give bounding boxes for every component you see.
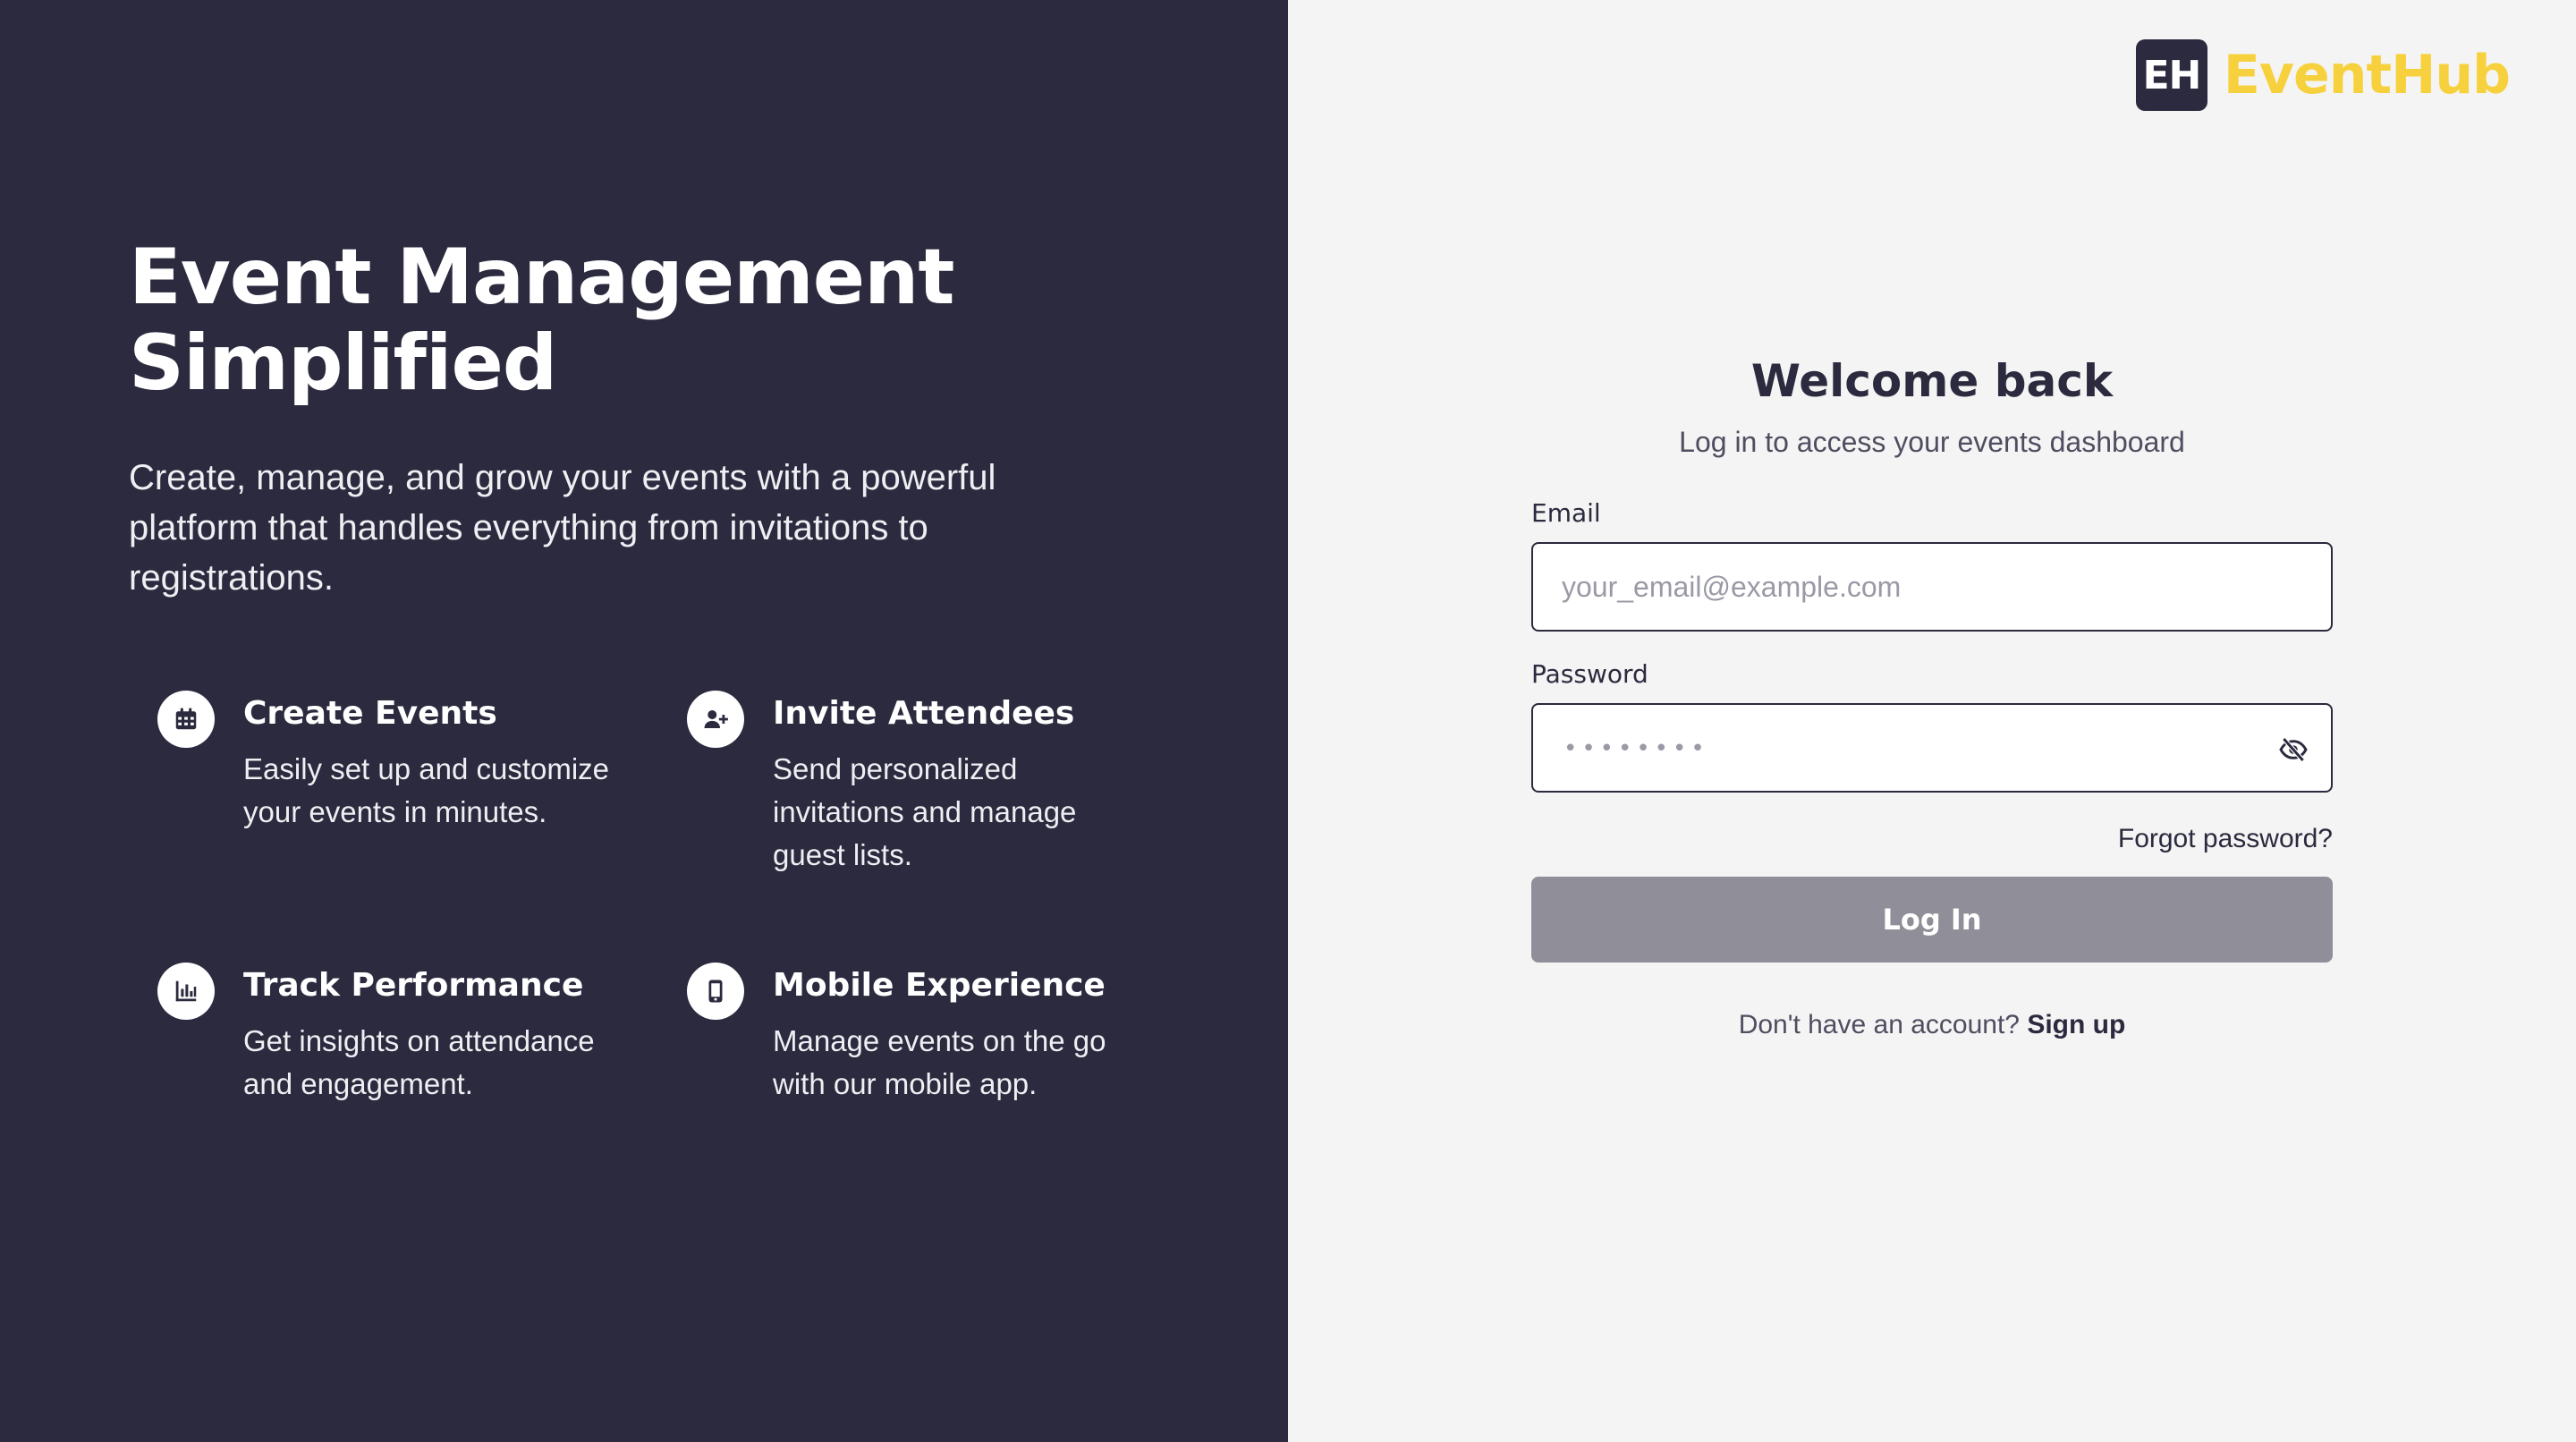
- signup-row: Don't have an account? Sign up: [1531, 1007, 2333, 1043]
- signup-link[interactable]: Sign up: [2027, 1010, 2125, 1039]
- hero-subtitle: Create, manage, and grow your events wit…: [129, 458, 996, 598]
- brand-mark: EH: [2135, 39, 2207, 111]
- brand-name: EventHub: [2223, 44, 2511, 106]
- feature-description: Easily set up and customize your events …: [243, 752, 610, 828]
- add-user-icon: [687, 691, 744, 748]
- email-label: Email: [1531, 498, 1601, 528]
- feature-title: Track Performance: [243, 967, 584, 1004]
- eye-slash-icon[interactable]: [2275, 732, 2311, 768]
- login-heading: Welcome back: [1750, 355, 2114, 407]
- password-field[interactable]: ••••••••: [1531, 703, 2333, 793]
- login-panel: EH EventHub Welcome back Log in to acces…: [1288, 0, 2576, 1442]
- email-field[interactable]: [1533, 544, 2259, 630]
- feature-title: Mobile Experience: [773, 967, 1106, 1004]
- calendar-icon: [157, 691, 215, 748]
- brand-logo[interactable]: EH EventHub: [2135, 39, 2511, 111]
- bar-chart-icon: [157, 963, 215, 1020]
- password-mask: ••••••••: [1563, 735, 1709, 762]
- feature-title: Invite Attendees: [773, 695, 1075, 732]
- signup-prompt: Don't have an account?: [1738, 1010, 2020, 1039]
- forgot-password-link[interactable]: Forgot password?: [1531, 821, 2333, 857]
- hero-title: Event Management Simplified: [129, 233, 954, 408]
- feature-description: Manage events on the go with our mobile …: [773, 1024, 1106, 1100]
- email-field-box: [1531, 542, 2333, 632]
- feature-description: Send personalized invitations and manage…: [773, 752, 1077, 871]
- login-form: Welcome back Log in to access your event…: [1531, 349, 2333, 1043]
- hero-panel: Event Management Simplified Create, mana…: [0, 0, 1288, 1442]
- mobile-phone-icon: [687, 963, 744, 1020]
- login-button[interactable]: Log In: [1531, 877, 2333, 963]
- password-label: Password: [1531, 659, 1648, 689]
- login-subheading: Log in to access your events dashboard: [1679, 426, 2185, 458]
- feature-title: Create Events: [243, 695, 497, 732]
- feature-description: Get insights on attendance and engagemen…: [243, 1024, 595, 1100]
